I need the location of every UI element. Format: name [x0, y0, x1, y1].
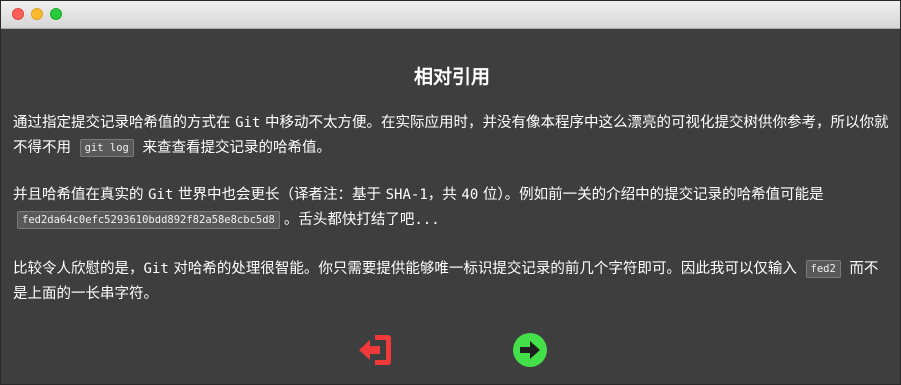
- maximize-window-button[interactable]: [50, 8, 62, 20]
- git-term: Git: [143, 261, 169, 277]
- inline-code: fed2: [805, 260, 841, 278]
- text: 来查查看提交记录的哈希值。: [137, 140, 331, 156]
- text: 位）。例如前一关的介绍中的提交记录的哈希值可能是: [478, 187, 824, 203]
- sha-term: SHA-1: [385, 187, 428, 203]
- dialog-content: 相对引用 通过指定提交记录哈希值的方式在 Git 中移动不太方便。在实际应用时，…: [13, 29, 891, 385]
- dialog-title: 相对引用: [413, 66, 490, 88]
- text: 世界中也会更长（译者注：基于: [173, 187, 386, 203]
- close-window-button[interactable]: [12, 8, 24, 20]
- paragraph-2: 并且哈希值在真实的 Git 世界中也会更长（译者注：基于 SHA-1，共 40 …: [13, 183, 891, 233]
- text: 比较令人欣慰的是，: [13, 261, 144, 277]
- ellipsis: ...: [414, 212, 440, 228]
- inline-code: fed2da64c0efc5293610bdd892f82a58e8cbc5d8: [17, 211, 280, 229]
- text: 对哈希的处理很智能。你只需要提供能够唯一标识提交记录的前几个字符即可。因此我可以…: [168, 261, 802, 277]
- app-window: 相对引用 通过指定提交记录哈希值的方式在 Git 中移动不太方便。在实际应用时，…: [0, 0, 901, 385]
- text: ，共: [427, 187, 462, 203]
- next-button[interactable]: [511, 331, 549, 369]
- title-bar: [1, 1, 900, 29]
- text: 并且哈希值在真实的: [13, 187, 149, 203]
- text: 通过指定提交记录哈希值的方式在: [13, 115, 236, 131]
- paragraph-3: 比较令人欣慰的是，Git 对哈希的处理很智能。你只需要提供能够唯一标识提交记录的…: [13, 257, 891, 307]
- git-term: Git: [235, 115, 261, 131]
- number-term: 40: [461, 187, 479, 203]
- text: 。舌头都快打结了吧: [283, 212, 415, 228]
- paragraph-1: 通过指定提交记录哈希值的方式在 Git 中移动不太方便。在实际应用时，并没有像本…: [13, 111, 891, 161]
- exit-arrow-icon: [359, 335, 391, 365]
- git-term: Git: [148, 187, 174, 203]
- arrow-right-circle-icon: [513, 333, 547, 367]
- inline-code: git log: [79, 139, 134, 157]
- back-button[interactable]: [356, 331, 394, 369]
- minimize-window-button[interactable]: [31, 8, 43, 20]
